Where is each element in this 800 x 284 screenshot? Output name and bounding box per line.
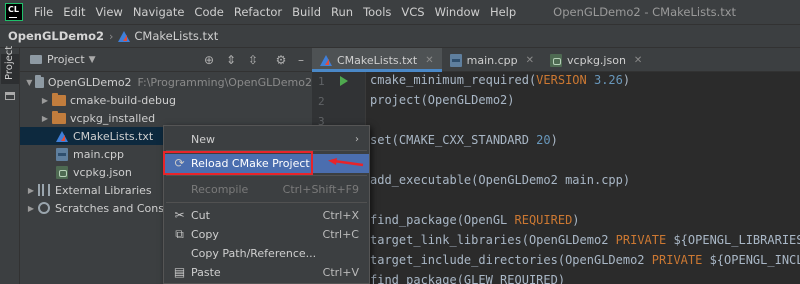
close-icon[interactable]: ✕ [634, 55, 642, 66]
chevron-down-icon[interactable]: ▼ [26, 78, 33, 87]
json-file-icon [550, 53, 563, 67]
cpp-file-icon [56, 147, 68, 161]
scratches-icon [38, 202, 50, 214]
chevron-right-icon[interactable]: ▶ [26, 204, 36, 213]
tree-item-label: CMakeLists.txt [73, 129, 154, 143]
tree-item-label: External Libraries [55, 183, 152, 197]
menu-tools[interactable]: Tools [358, 5, 396, 19]
breadcrumb-file[interactable]: CMakeLists.txt [134, 29, 218, 43]
cmake-file-icon [118, 30, 131, 42]
cpp-file-icon [449, 53, 462, 67]
close-icon[interactable]: ✕ [526, 55, 534, 66]
crosshair-icon[interactable]: ⊕ [202, 53, 216, 67]
breadcrumb-separator-icon: › [109, 29, 114, 43]
tree-item-cmake-build-debug[interactable]: ▶ cmake-build-debug [20, 91, 312, 109]
gear-icon[interactable]: ⚙ [274, 53, 288, 67]
chevron-right-icon[interactable]: ▶ [40, 96, 50, 105]
chevron-right-icon[interactable]: ▶ [26, 186, 36, 195]
code-line: target_link_libraries(OpenGLDemo2 PRIVAT… [370, 233, 800, 247]
tab-cmakelists[interactable]: CMakeLists.txt ✕ [312, 48, 442, 72]
chevron-right-icon: › [355, 134, 359, 145]
menu-separator [166, 202, 367, 203]
copy-icon: ⧉ [175, 227, 184, 241]
collapse-all-icon[interactable]: ⇳ [246, 53, 260, 67]
chevron-down-icon[interactable]: ▼ [89, 55, 96, 65]
left-tool-strip: Project [0, 46, 20, 284]
structure-icon[interactable] [5, 92, 15, 100]
scissors-icon: ✂ [174, 208, 185, 222]
code-line: set(CMAKE_CXX_STANDARD 20) [370, 133, 558, 147]
expand-all-icon[interactable]: ⇕ [224, 53, 238, 67]
code-line: cmake_minimum_required(VERSION 3.26) [370, 73, 631, 87]
context-menu: New › ⟳ Reload CMake Project Recompile C… [163, 125, 370, 284]
tree-item-label: main.cpp [73, 147, 124, 161]
menu-item-recompile[interactable]: Recompile Ctrl+Shift+F9 [164, 180, 369, 199]
annotation-arrow-icon [328, 158, 364, 167]
project-view-selector[interactable]: Project [47, 53, 85, 66]
menu-item-copy-path[interactable]: Copy Path/Reference... [164, 244, 369, 263]
menu-code[interactable]: Code [189, 5, 228, 19]
json-file-icon [56, 165, 68, 179]
library-icon [38, 184, 50, 196]
menu-window[interactable]: Window [430, 5, 485, 19]
menu-item-new[interactable]: New › [164, 130, 369, 149]
tab-label: CMakeLists.txt [337, 53, 418, 67]
window-title: OpenGLDemo2 - CMakeLists.txt [553, 5, 737, 19]
tree-item-path: F:\Programming\OpenGLDemo2 [137, 75, 312, 89]
tab-vcpkg-json[interactable]: vcpkg.json ✕ [542, 48, 650, 72]
tab-label: vcpkg.json [567, 53, 626, 67]
tree-item-label: vcpkg.json [73, 165, 132, 179]
chevron-right-icon[interactable]: ▶ [40, 114, 50, 123]
folder-icon [30, 55, 42, 64]
menu-help[interactable]: Help [485, 5, 521, 19]
menu-run[interactable]: Run [326, 5, 358, 19]
menu-separator [166, 175, 367, 176]
project-tool-window-button[interactable]: Project [1, 46, 19, 84]
code-line: target_include_directories(OpenGLDemo2 P… [370, 253, 800, 267]
menu-item-cut[interactable]: ✂ Cut Ctrl+X [164, 206, 369, 225]
line-number: 1 [318, 75, 325, 88]
menu-navigate[interactable]: Navigate [128, 5, 190, 19]
line-number: 2 [318, 95, 325, 108]
clion-logo-icon: CL [5, 3, 23, 21]
cmake-file-icon [56, 130, 68, 142]
menu-item-copy[interactable]: ⧉ Copy Ctrl+C [164, 225, 369, 244]
breadcrumb: OpenGLDemo2 › CMakeLists.txt [0, 24, 800, 48]
code-line: find_package(GLEW REQUIRED) [370, 273, 566, 284]
code-editor[interactable]: cmake_minimum_required(VERSION 3.26) pro… [370, 72, 800, 284]
tab-label: main.cpp [466, 53, 518, 67]
tab-main-cpp[interactable]: main.cpp ✕ [442, 48, 542, 72]
folder-icon [52, 92, 66, 106]
tree-item-label: vcpkg_installed [70, 111, 156, 125]
close-icon[interactable]: ✕ [425, 55, 433, 66]
menu-view[interactable]: View [91, 5, 128, 19]
editor-tabs: CMakeLists.txt ✕ main.cpp ✕ vcpkg.json ✕ [312, 48, 800, 72]
menu-edit[interactable]: Edit [58, 5, 90, 19]
cmake-file-icon [320, 54, 332, 66]
folder-icon [52, 110, 66, 124]
hide-icon[interactable]: – [294, 53, 308, 67]
tree-item-label: OpenGLDemo2 [47, 75, 132, 89]
menu-build[interactable]: Build [287, 5, 326, 19]
menu-vcs[interactable]: VCS [396, 5, 429, 19]
tree-item-label: cmake-build-debug [70, 93, 176, 107]
main-menu-bar: CL File Edit View Navigate Code Refactor… [0, 0, 800, 24]
code-line: find_package(OpenGL REQUIRED) [370, 213, 580, 227]
run-icon[interactable] [340, 76, 348, 86]
tree-item-project-root[interactable]: ▼ OpenGLDemo2 F:\Programming\OpenGLDemo2 [20, 73, 312, 91]
project-panel-header: Project ▼ ⊕ ⇕ ⇳ ⚙ – [20, 48, 312, 72]
paste-icon: ▤ [173, 265, 186, 279]
annotation-highlight-box [163, 151, 313, 175]
menu-file[interactable]: File [29, 5, 58, 19]
menu-item-paste[interactable]: ▤ Paste Ctrl+V [164, 263, 369, 282]
menu-refactor[interactable]: Refactor [229, 5, 287, 19]
code-line: project(OpenGLDemo2) [370, 93, 515, 107]
breadcrumb-project[interactable]: OpenGLDemo2 [8, 29, 104, 43]
folder-icon [34, 74, 44, 88]
code-line: add_executable(OpenGLDemo2 main.cpp) [370, 173, 631, 187]
